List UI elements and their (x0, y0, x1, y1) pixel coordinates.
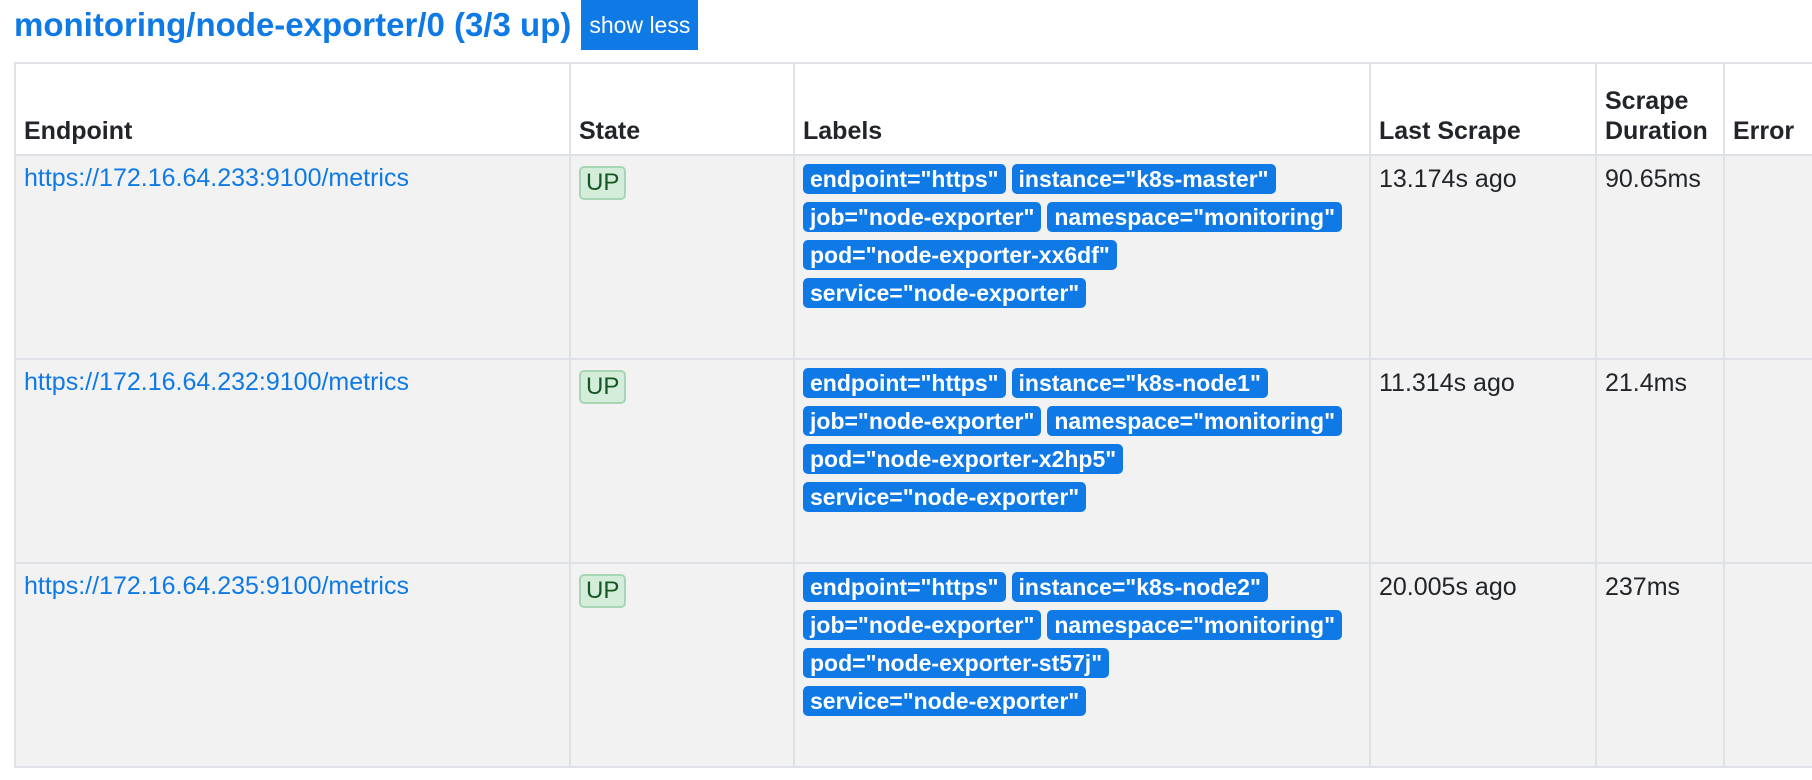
label-chip: endpoint="https" (803, 368, 1006, 398)
label-chip: service="node-exporter" (803, 686, 1087, 716)
table-header-row: Endpoint State Labels Last Scrape Scrape… (14, 62, 1812, 156)
last-scrape-value: 11.314s ago (1379, 369, 1515, 397)
table-row: https://172.16.64.235:9100/metrics UP en… (14, 562, 1812, 768)
state-cell: UP (569, 154, 795, 360)
last-scrape-cell: 11.314s ago (1369, 358, 1597, 564)
endpoint-cell: https://172.16.64.235:9100/metrics (14, 562, 571, 768)
scrape-duration-cell: 237ms (1595, 562, 1725, 768)
endpoint-cell: https://172.16.64.232:9100/metrics (14, 358, 571, 564)
state-badge: UP (579, 574, 627, 608)
last-scrape-value: 13.174s ago (1379, 165, 1517, 193)
label-chip: namespace="monitoring" (1047, 202, 1343, 232)
table-row: https://172.16.64.232:9100/metrics UP en… (14, 358, 1812, 564)
column-header-state[interactable]: State (569, 62, 795, 156)
column-header-labels[interactable]: Labels (793, 62, 1371, 156)
targets-table: Endpoint State Labels Last Scrape Scrape… (14, 62, 1812, 768)
column-header-scrape-duration[interactable]: Scrape Duration (1595, 62, 1725, 156)
column-header-last-scrape[interactable]: Last Scrape (1369, 62, 1597, 156)
label-chip: pod="node-exporter-x2hp5" (803, 444, 1124, 474)
label-chip: endpoint="https" (803, 572, 1006, 602)
last-scrape-value: 20.005s ago (1379, 573, 1517, 601)
state-cell: UP (569, 562, 795, 768)
job-title: monitoring/node-exporter/0 (3/3 up) (14, 6, 572, 43)
label-chip: service="node-exporter" (803, 278, 1087, 308)
job-header: monitoring/node-exporter/0 (3/3 up) show… (14, 0, 699, 50)
state-cell: UP (569, 358, 795, 564)
table-row: https://172.16.64.233:9100/metrics UP en… (14, 154, 1812, 360)
label-chip: pod="node-exporter-st57j" (803, 648, 1110, 678)
last-scrape-cell: 20.005s ago (1369, 562, 1597, 768)
label-list: endpoint="https" instance="k8s-node1" job=… (803, 368, 1361, 520)
column-header-error[interactable]: Error (1723, 62, 1812, 156)
endpoint-link[interactable]: https://172.16.64.235:9100/metrics (24, 572, 409, 600)
label-chip: job="node-exporter" (803, 406, 1042, 436)
error-cell (1723, 358, 1812, 564)
column-header-endpoint[interactable]: Endpoint (14, 62, 571, 156)
label-chip: namespace="monitoring" (1047, 610, 1343, 640)
label-list: endpoint="https" instance="k8s-master" job… (803, 164, 1361, 316)
labels-cell: endpoint="https" instance="k8s-node2" job=… (793, 562, 1371, 768)
error-cell (1723, 154, 1812, 360)
label-chip: instance="k8s-node1" (1011, 368, 1268, 398)
scrape-duration-cell: 90.65ms (1595, 154, 1725, 360)
show-less-button[interactable]: show less (581, 0, 699, 50)
endpoint-link[interactable]: https://172.16.64.233:9100/metrics (24, 164, 409, 192)
endpoint-cell: https://172.16.64.233:9100/metrics (14, 154, 571, 360)
scrape-duration-value: 237ms (1605, 573, 1681, 601)
label-chip: job="node-exporter" (803, 202, 1042, 232)
endpoint-link[interactable]: https://172.16.64.232:9100/metrics (24, 368, 409, 396)
state-badge: UP (579, 370, 627, 404)
scrape-duration-cell: 21.4ms (1595, 358, 1725, 564)
label-chip: pod="node-exporter-xx6df" (803, 240, 1117, 270)
label-chip: endpoint="https" (803, 164, 1006, 194)
label-chip: instance="k8s-master" (1011, 164, 1276, 194)
state-badge: UP (579, 166, 627, 200)
label-chip: job="node-exporter" (803, 610, 1042, 640)
scrape-duration-value: 21.4ms (1605, 369, 1687, 397)
error-cell (1723, 562, 1812, 768)
label-chip: instance="k8s-node2" (1011, 572, 1268, 602)
last-scrape-cell: 13.174s ago (1369, 154, 1597, 360)
scrape-duration-value: 90.65ms (1605, 165, 1701, 193)
label-chip: namespace="monitoring" (1047, 406, 1343, 436)
label-chip: service="node-exporter" (803, 482, 1087, 512)
label-list: endpoint="https" instance="k8s-node2" job=… (803, 572, 1361, 724)
labels-cell: endpoint="https" instance="k8s-master" job… (793, 154, 1371, 360)
labels-cell: endpoint="https" instance="k8s-node1" job=… (793, 358, 1371, 564)
